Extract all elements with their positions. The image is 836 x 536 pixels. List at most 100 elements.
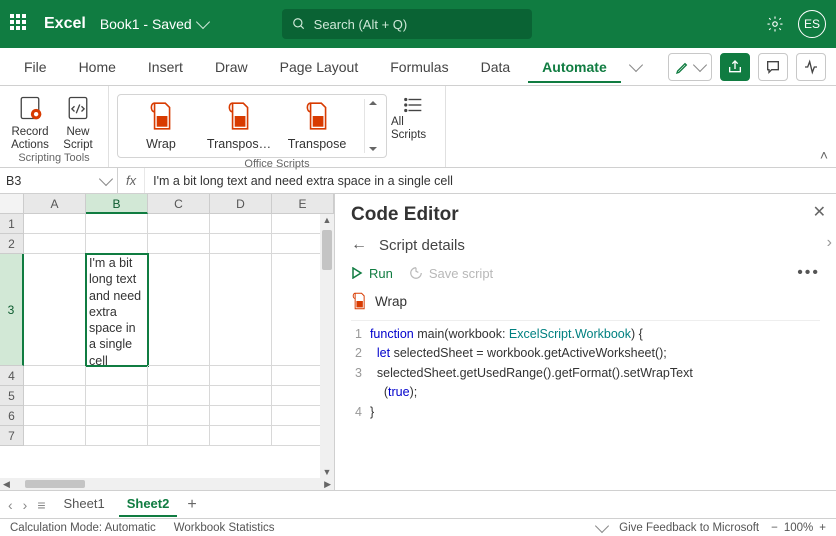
cell[interactable] [210, 234, 272, 254]
code-area[interactable]: 1234 function main(workbook: ExcelScript… [351, 320, 820, 426]
gallery-more[interactable] [364, 99, 378, 153]
cell[interactable] [24, 386, 86, 406]
scroll-right-icon[interactable]: ▶ [321, 479, 334, 490]
cell[interactable] [148, 426, 210, 446]
script-card[interactable]: Wrap [126, 99, 196, 153]
row-header[interactable]: 5 [0, 386, 24, 406]
cell[interactable] [210, 214, 272, 234]
search-input[interactable]: Search (Alt + Q) [282, 9, 532, 39]
cell[interactable] [24, 426, 86, 446]
chevron-right-icon[interactable]: › [827, 234, 832, 252]
cell[interactable] [24, 406, 86, 426]
script-card[interactable]: Transpose [282, 99, 352, 153]
chevron-up-icon[interactable] [369, 101, 377, 105]
cell[interactable] [148, 214, 210, 234]
run-button[interactable]: Run [351, 266, 393, 281]
scroll-left-icon[interactable]: ◀ [0, 479, 13, 490]
cell[interactable] [148, 366, 210, 386]
add-sheet-button[interactable]: + [187, 496, 196, 514]
app-launcher-icon[interactable] [10, 14, 30, 34]
zoom-in-icon[interactable]: + [819, 522, 826, 534]
activity-button[interactable] [796, 53, 826, 81]
avatar[interactable]: ES [798, 10, 826, 38]
tab-data[interactable]: Data [467, 51, 525, 83]
cell[interactable] [86, 426, 148, 446]
comments-button[interactable] [758, 53, 788, 81]
formula-input[interactable]: I'm a bit long text and need extra space… [145, 174, 836, 188]
chevron-down-icon[interactable] [369, 147, 377, 151]
record-actions-button[interactable]: Record Actions [8, 90, 52, 152]
sheet-tab[interactable]: Sheet2 [119, 492, 178, 517]
script-card[interactable]: Transpos… [204, 99, 274, 153]
column-header[interactable]: E [272, 194, 334, 214]
cell[interactable] [24, 214, 86, 234]
cell[interactable] [86, 406, 148, 426]
back-arrow-icon[interactable]: ← [351, 236, 367, 254]
column-header[interactable]: D [210, 194, 272, 214]
tab-insert[interactable]: Insert [134, 51, 197, 83]
tab-page-layout[interactable]: Page Layout [266, 51, 373, 83]
scroll-down-icon[interactable]: ▼ [323, 466, 332, 478]
chevron-down-icon[interactable] [99, 171, 113, 185]
workbook-stats[interactable]: Workbook Statistics [174, 522, 275, 534]
zoom-out-icon[interactable]: − [771, 522, 778, 534]
cell[interactable] [24, 234, 86, 254]
more-menu-icon[interactable]: ••• [797, 264, 820, 282]
cell[interactable] [86, 214, 148, 234]
chevron-down-icon[interactable] [196, 15, 210, 29]
sheet-tab[interactable]: Sheet1 [56, 492, 113, 517]
cell[interactable] [210, 254, 272, 366]
tab-automate[interactable]: Automate [528, 51, 621, 83]
scrollbar-thumb[interactable] [322, 230, 332, 270]
cell[interactable] [86, 234, 148, 254]
cell[interactable] [86, 386, 148, 406]
tab-file[interactable]: File [10, 51, 61, 83]
chevron-down-icon[interactable] [629, 57, 643, 71]
row-header[interactable]: 7 [0, 426, 24, 446]
row-header[interactable]: 4 [0, 366, 24, 386]
row-header[interactable]: 1 [0, 214, 24, 234]
fx-label[interactable]: fx [118, 168, 145, 193]
spreadsheet-grid[interactable]: ABCDE 123I'm a bit long text and need ex… [0, 194, 335, 490]
cell[interactable] [24, 254, 86, 366]
code-body[interactable]: function main(workbook: ExcelScript.Work… [370, 321, 693, 426]
all-scripts-button[interactable]: All Scripts [391, 90, 437, 142]
row-header[interactable]: 6 [0, 406, 24, 426]
scrollbar-thumb[interactable] [25, 480, 85, 488]
select-all-corner[interactable] [0, 194, 24, 214]
cell[interactable] [148, 254, 210, 366]
feedback-link[interactable]: Give Feedback to Microsoft [619, 522, 759, 534]
cell[interactable] [210, 406, 272, 426]
cell[interactable] [24, 366, 86, 386]
share-button[interactable] [720, 53, 750, 81]
zoom-control[interactable]: − 100% + [771, 522, 826, 534]
gear-icon[interactable] [766, 15, 784, 33]
status-dropdown-icon[interactable] [595, 518, 609, 532]
column-header[interactable]: A [24, 194, 86, 214]
cell[interactable] [86, 366, 148, 386]
tab-formulas[interactable]: Formulas [376, 51, 462, 83]
cell[interactable] [148, 234, 210, 254]
horizontal-scrollbar[interactable]: ◀ ▶ [0, 478, 334, 490]
tab-home[interactable]: Home [65, 51, 130, 83]
scroll-up-icon[interactable]: ▲ [323, 214, 332, 226]
cell[interactable] [210, 426, 272, 446]
document-name[interactable]: Book1 - Saved [100, 16, 208, 32]
column-header[interactable]: C [148, 194, 210, 214]
cell[interactable] [210, 366, 272, 386]
name-box[interactable]: B3 [0, 168, 118, 193]
editing-mode-button[interactable] [668, 53, 712, 81]
sheet-list-icon[interactable]: ≡ [37, 497, 45, 513]
calc-mode[interactable]: Calculation Mode: Automatic [10, 522, 156, 534]
close-icon[interactable]: ✕ [813, 202, 826, 222]
cell[interactable]: I'm a bit long text and need extra space… [86, 254, 148, 366]
column-header[interactable]: B [86, 194, 148, 214]
cell[interactable] [148, 406, 210, 426]
sheet-nav-next-icon[interactable]: › [23, 497, 28, 513]
sheet-nav-prev-icon[interactable]: ‹ [8, 497, 13, 513]
row-header[interactable]: 3 [0, 254, 24, 366]
collapse-ribbon-icon[interactable]: ˄ [820, 147, 828, 163]
vertical-scrollbar[interactable]: ▲ ▼ [320, 214, 334, 478]
new-script-button[interactable]: New Script [56, 90, 100, 152]
tab-draw[interactable]: Draw [201, 51, 262, 83]
